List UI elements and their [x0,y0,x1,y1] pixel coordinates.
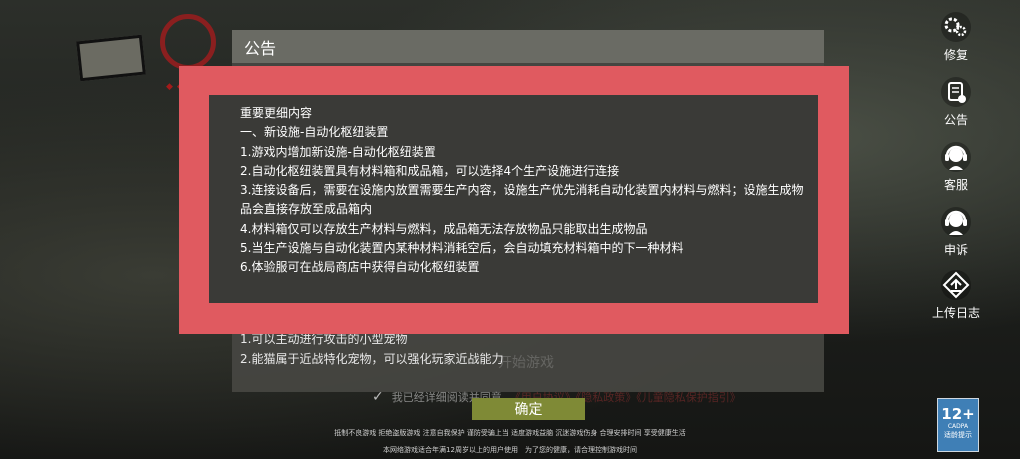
checkmark-icon[interactable]: ✓ [372,389,384,405]
sidebar-item-label: 修复 [943,48,968,62]
headset-icon [941,142,971,172]
headset-complaint-icon [941,207,971,237]
sidebar-item-customer-service[interactable]: 客服 [930,140,982,193]
dialog-header: 公告 [232,30,824,63]
sidebar-item-repair[interactable]: 修复 [930,10,982,63]
confirm-button[interactable]: 确定 [472,398,585,420]
upload-icon [941,270,971,300]
sidebar-item-label: 申诉 [943,243,968,257]
sidebar-item-label: 上传日志 [931,306,980,320]
notice-icon [941,77,971,107]
sidebar-item-notice[interactable]: 公告 [930,75,982,128]
gear-icon [941,12,971,42]
age-rating-number: 12+ [941,405,975,423]
age-rating-org: CADPA [947,423,969,430]
dialog-title: 公告 [244,38,277,58]
announcement-line: 3.连接设备后，需要在设施内放置需要生产内容，设施生产优先消耗自动化装置内材料与… [240,183,804,217]
age-rating-badge[interactable]: 12+ CADPA 适龄提示 [937,398,979,452]
announcement-line: 2.能猫属于近战特化宠物，可以强化玩家近战能力 [240,352,504,366]
sidebar-item-complaint[interactable]: 申诉 [930,205,982,258]
sidebar-item-upload-log[interactable]: 上传日志 [930,268,982,321]
announcement-line: 4.材料箱仅可以存放生产材料与燃料，成品箱无法存放物品只能取出生成物品 [240,221,648,236]
age-rating-caption: 适龄提示 [944,431,972,439]
footer-age-notice: 本网络游戏适合年满12周岁以上的用户使用 为了您的健康，请合理控制游戏时间 [383,446,637,454]
announcement-line: 6.体验服可在战局商店中获得自动化枢纽装置 [240,260,480,275]
announcement-content: 重要更细内容 一、新设施-自动化枢纽装置 1.游戏内增加新设施-自动化枢纽装置 … [209,95,818,303]
announcement-section-title: 一、新设施-自动化枢纽装置 [240,125,389,140]
announcement-line: 2.自动化枢纽装置具有材料箱和成品箱，可以选择4个生产设施进行连接 [240,163,620,178]
announcement-line: 1.游戏内增加新设施-自动化枢纽装置 [240,144,436,159]
sidebar-item-label: 客服 [943,178,968,192]
sidebar-item-label: 公告 [943,113,968,127]
announcement-line: 5.当生产设施与自动化装置内某种材料消耗空后，会自动填充材料箱中的下一种材料 [240,241,684,256]
announcement-heading: 重要更细内容 [240,106,313,120]
footer-health-notice: 抵制不良游戏 拒绝盗版游戏 注意自我保护 谨防受骗上当 适度游戏益脑 沉迷游戏伤… [334,429,686,437]
highlight-overlay: 重要更细内容 一、新设施-自动化枢纽装置 1.游戏内增加新设施-自动化枢纽装置 … [179,66,849,334]
start-game-ghost-text: 开始游戏 [498,355,554,371]
